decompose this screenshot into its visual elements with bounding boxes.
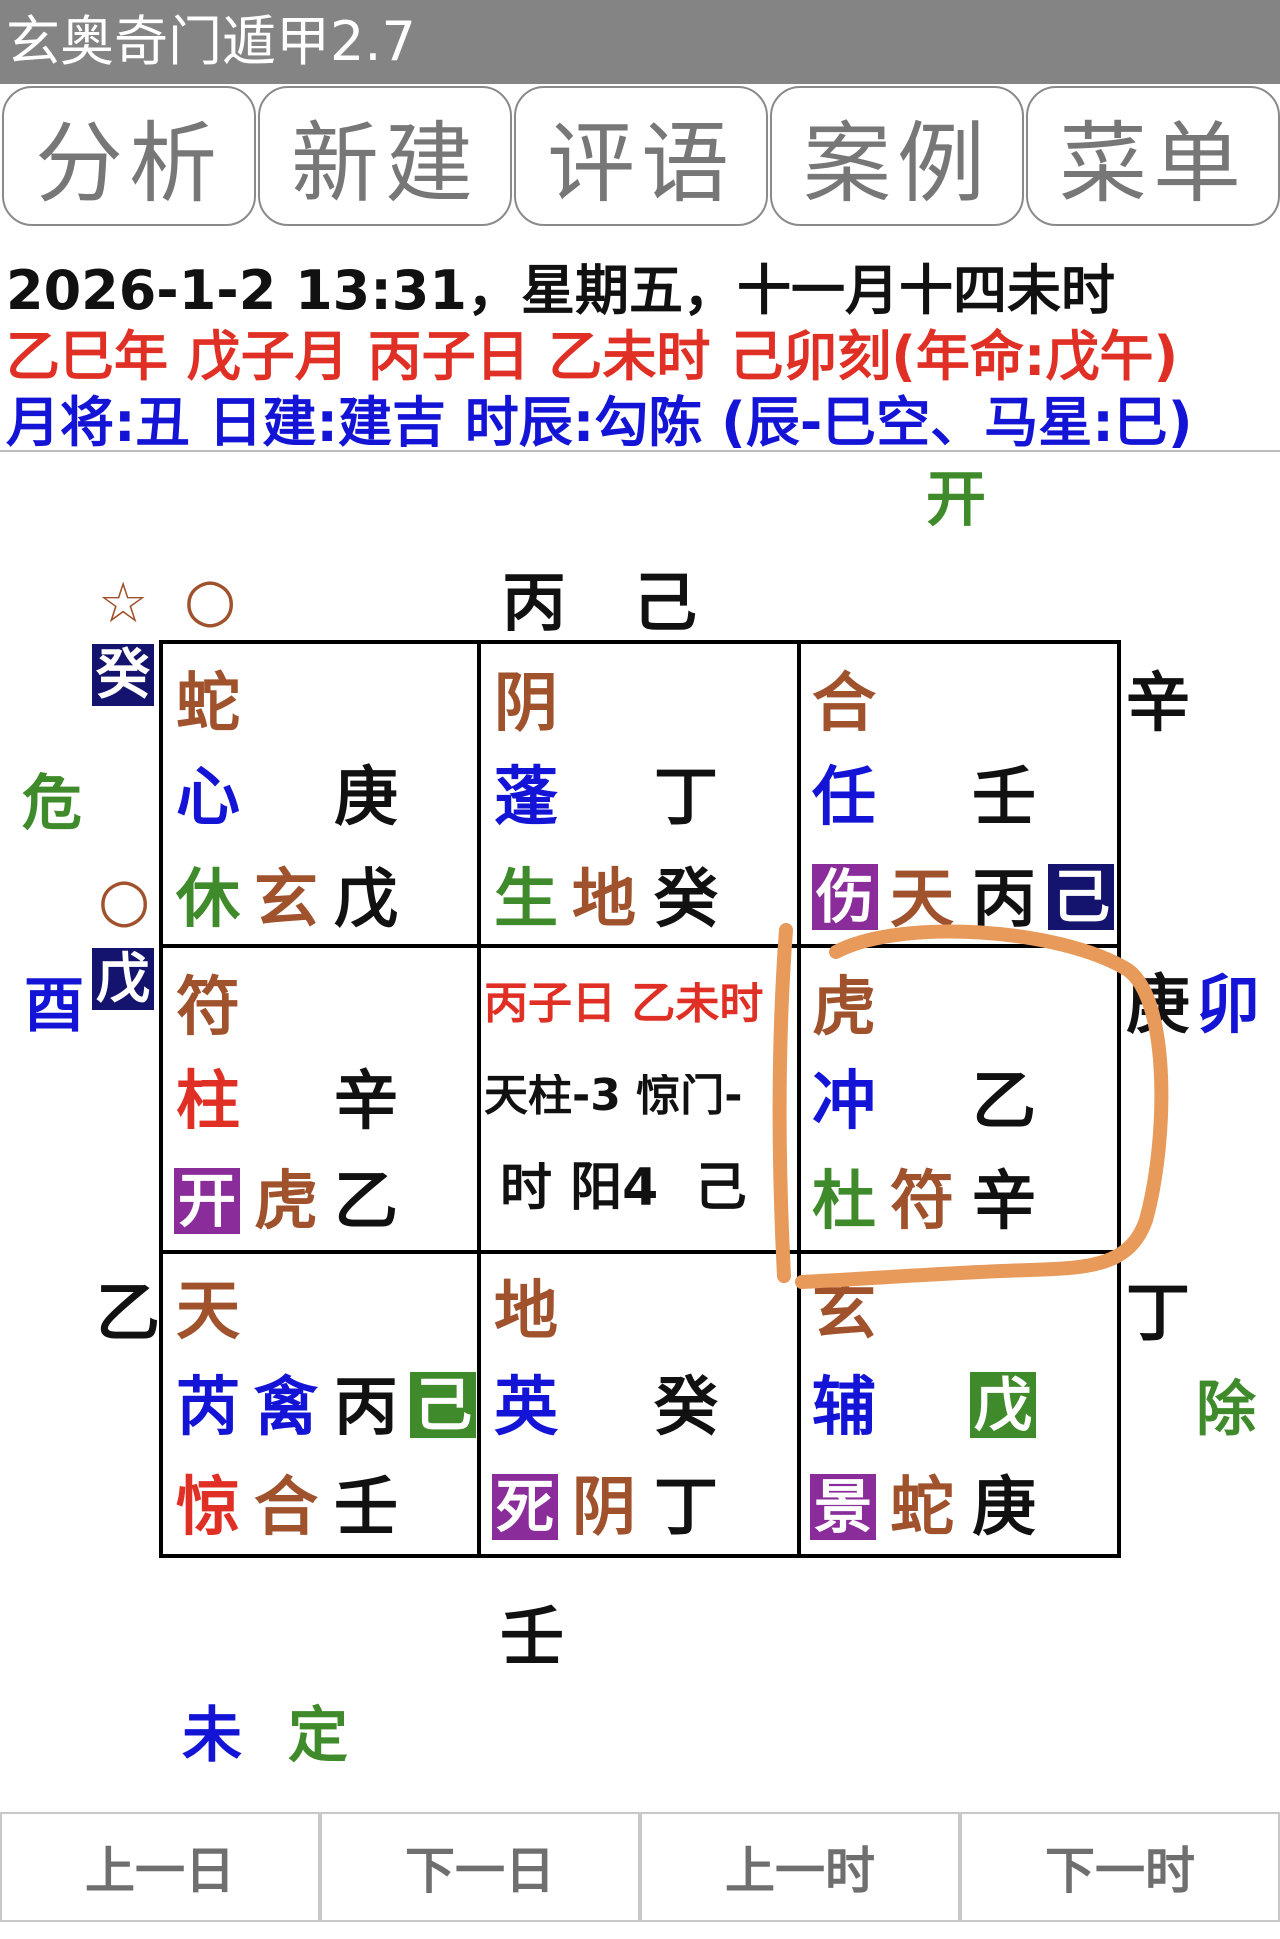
next-day-button[interactable]: 下一日 bbox=[320, 1812, 640, 1922]
next-hour-button[interactable]: 下一时 bbox=[960, 1812, 1280, 1922]
prev-day-button[interactable]: 上一日 bbox=[0, 1812, 320, 1922]
prev-hour-button[interactable]: 上一时 bbox=[640, 1812, 960, 1922]
highlight-annotation bbox=[772, 923, 1169, 1289]
